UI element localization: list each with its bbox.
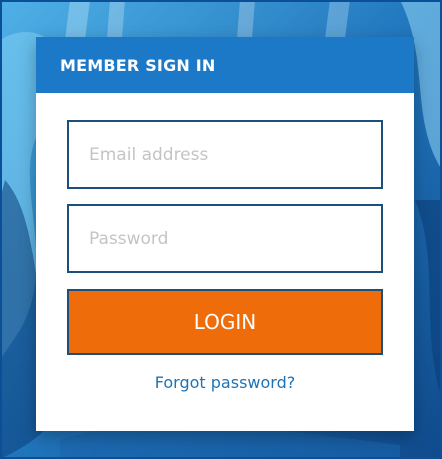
password-field[interactable] <box>67 204 383 273</box>
login-button[interactable]: LOGIN <box>67 289 383 355</box>
card-header: MEMBER SIGN IN <box>36 37 414 93</box>
card-body: LOGIN Forgot password? <box>36 120 414 392</box>
card-title: MEMBER SIGN IN <box>60 55 216 75</box>
forgot-password-link[interactable]: Forgot password? <box>67 373 383 392</box>
login-page: MEMBER SIGN IN LOGIN Forgot password? <box>0 0 442 459</box>
email-field[interactable] <box>67 120 383 189</box>
sign-in-card: MEMBER SIGN IN LOGIN Forgot password? <box>36 37 414 431</box>
